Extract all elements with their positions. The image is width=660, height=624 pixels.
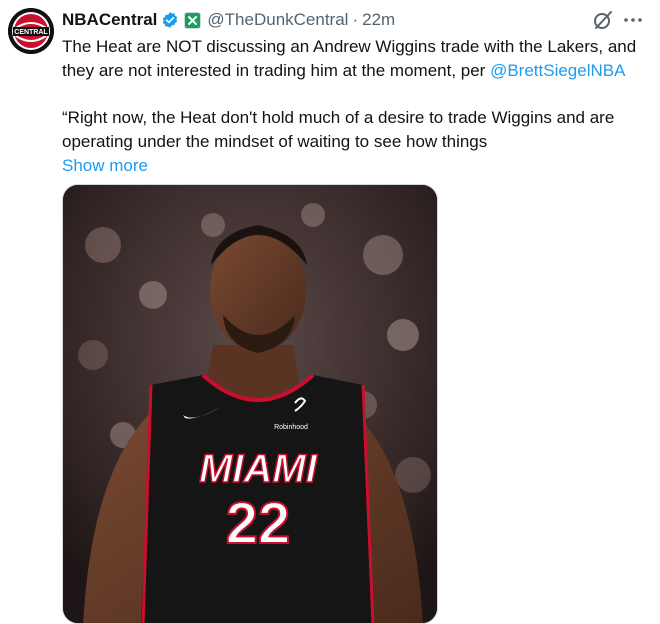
tweet-paragraph-2: “Right now, the Heat don't hold much of …: [62, 108, 615, 151]
verified-badge-icon: [161, 11, 179, 29]
separator: ·: [352, 10, 359, 29]
tweet[interactable]: CENTRAL NBACentral @TheDunkCentral · 22m…: [0, 0, 660, 624]
tweet-text: The Heat are NOT discussing an Andrew Wi…: [62, 35, 652, 178]
more-options-icon[interactable]: [622, 9, 644, 31]
display-name[interactable]: NBACentral: [62, 10, 157, 30]
tweet-image[interactable]: Robinhood MIAMI 22: [62, 184, 438, 624]
jersey-number: 22: [226, 491, 291, 556]
timestamp[interactable]: 22m: [362, 10, 395, 30]
mention-link[interactable]: @BrettSiegelNBA: [490, 61, 625, 80]
handle[interactable]: @TheDunkCentral: [207, 10, 348, 30]
tweet-header: NBACentral @TheDunkCentral · 22m: [62, 8, 395, 32]
grok-icon[interactable]: [592, 9, 614, 31]
jersey-team: MIAMI: [199, 447, 318, 491]
avatar-label: CENTRAL: [14, 29, 48, 36]
jersey-sponsor: Robinhood: [274, 424, 308, 431]
show-more-link[interactable]: Show more: [62, 154, 652, 178]
affiliate-badge-icon[interactable]: [184, 11, 202, 29]
avatar[interactable]: CENTRAL: [8, 8, 54, 54]
tweet-paragraph-1: The Heat are NOT discussing an Andrew Wi…: [62, 35, 652, 83]
